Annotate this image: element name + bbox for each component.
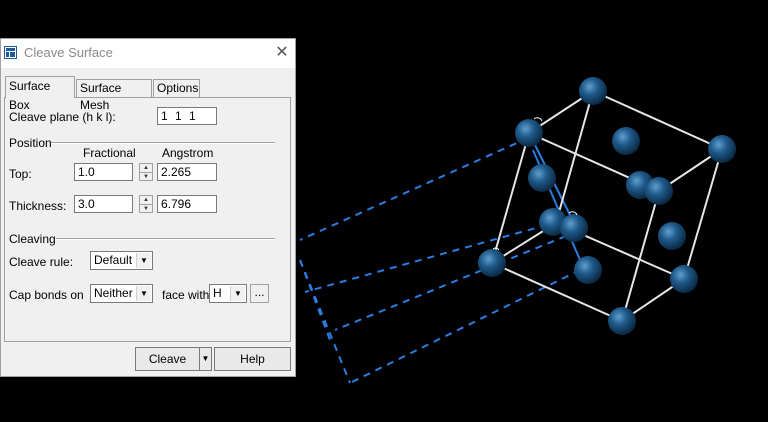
cleave-rule-label: Cleave rule: [9, 255, 74, 269]
atom [645, 177, 673, 205]
atom [612, 127, 640, 155]
chevron-down-icon[interactable]: ▼ [136, 253, 151, 268]
dialog-titlebar[interactable]: Cleave Surface ✕ [1, 39, 295, 68]
close-button[interactable]: ✕ [271, 42, 293, 64]
more-options-button[interactable]: ... [250, 284, 269, 303]
atom [515, 119, 543, 147]
fractional-column-header: Fractional [83, 146, 136, 160]
chevron-down-icon: ▼ [201, 354, 210, 363]
tab-surface-box[interactable]: Surface Box [5, 76, 75, 112]
spin-up-icon[interactable]: ▲ [140, 196, 152, 205]
spin-down-icon[interactable]: ▼ [140, 205, 152, 213]
spin-up-icon[interactable]: ▲ [140, 164, 152, 173]
cleaving-divider [56, 238, 275, 240]
atom [528, 164, 556, 192]
face-with-label: face with [162, 288, 210, 302]
atoms [478, 77, 736, 335]
atom [670, 265, 698, 293]
atom [560, 214, 588, 242]
cleave-surface-icon [4, 46, 17, 59]
surface-box-panel [4, 97, 291, 342]
cleave-plane-input[interactable]: 1 1 1 [157, 107, 217, 125]
cleaving-group-label: Cleaving [9, 232, 56, 246]
tab-options[interactable]: Options [153, 79, 200, 97]
top-angstrom-input[interactable]: 2.265 [157, 163, 217, 181]
atom [579, 77, 607, 105]
top-label: Top: [9, 167, 32, 181]
tab-surface-mesh[interactable]: Surface Mesh [76, 79, 152, 112]
thickness-spinner[interactable]: ▲ ▼ [139, 195, 153, 213]
spin-down-icon[interactable]: ▼ [140, 173, 152, 181]
close-icon: ✕ [275, 44, 289, 61]
thickness-fractional-input[interactable]: 3.0 [74, 195, 133, 213]
position-divider [51, 142, 275, 144]
top-spinner[interactable]: ▲ ▼ [139, 163, 153, 181]
cleave-surface-dialog: Cleave Surface ✕ Surface Box Surface Mes… [0, 38, 296, 377]
tab-label: Options [157, 81, 199, 95]
atom [478, 249, 506, 277]
atom [658, 222, 686, 250]
cleave-button[interactable]: Cleave [135, 347, 200, 371]
cleave-rule-select[interactable]: Default ▼ [90, 251, 153, 270]
position-group-label: Position [9, 136, 52, 150]
atom [608, 307, 636, 335]
cleave-dropdown-button[interactable]: ▼ [199, 347, 212, 371]
face-with-select[interactable]: H ▼ [209, 284, 247, 303]
top-fractional-input[interactable]: 1.0 [74, 163, 133, 181]
atom [574, 256, 602, 284]
atom [708, 135, 736, 163]
cap-bonds-select[interactable]: Neither ▼ [90, 284, 153, 303]
chevron-down-icon[interactable]: ▼ [230, 286, 245, 301]
cap-bonds-label: Cap bonds on [9, 288, 84, 302]
chevron-down-icon[interactable]: ▼ [136, 286, 151, 301]
dialog-title: Cleave Surface [24, 45, 113, 60]
thickness-angstrom-input[interactable]: 6.796 [157, 195, 217, 213]
help-button[interactable]: Help [214, 347, 291, 371]
thickness-label: Thickness: [9, 199, 67, 213]
angstrom-column-header: Angstrom [162, 146, 214, 160]
